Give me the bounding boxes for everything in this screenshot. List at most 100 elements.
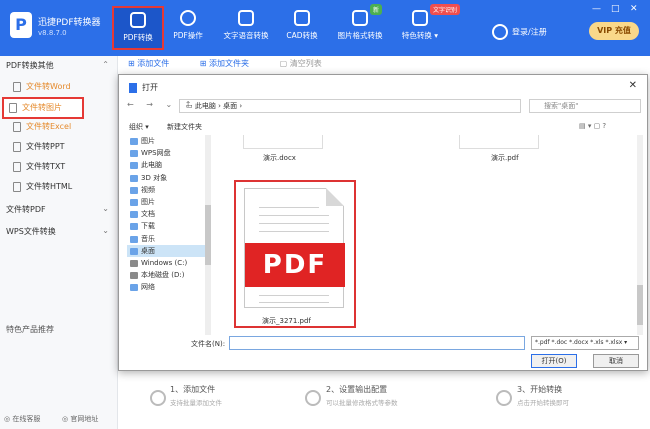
tree-item[interactable]: 3D 对象 bbox=[127, 172, 205, 184]
open-button[interactable]: 打开(O) bbox=[531, 354, 577, 368]
sidebar-item-to-word[interactable]: 文件转Word bbox=[8, 78, 108, 96]
computer-icon bbox=[130, 162, 138, 170]
file-icon bbox=[13, 162, 21, 172]
user-icon bbox=[492, 24, 508, 40]
section-pdf-to-other[interactable]: PDF转换其他 bbox=[6, 60, 54, 71]
app-logo: P bbox=[10, 12, 32, 38]
clear-list-button[interactable]: ▢ 清空列表 bbox=[280, 59, 336, 68]
official-site-link[interactable]: ◎ 官网地址 bbox=[62, 414, 98, 424]
app-version: v8.8.7.0 bbox=[38, 29, 67, 37]
step-1: 1、添加文件 支持批量添加文件 bbox=[170, 385, 222, 407]
tree-item[interactable]: WPS网盘 bbox=[127, 147, 205, 159]
dialog-search-input[interactable]: 搜索"桌面" bbox=[529, 99, 641, 113]
maximize-button[interactable]: □ bbox=[611, 4, 620, 14]
tree-item[interactable]: 图片 bbox=[127, 196, 205, 208]
file-icon bbox=[9, 103, 17, 113]
add-folder-button[interactable]: ⊞ 添加文件夹 bbox=[200, 59, 263, 68]
desktop-icon bbox=[130, 247, 138, 255]
new-folder-button[interactable]: 新建文件夹 bbox=[167, 122, 202, 132]
cloud-icon bbox=[130, 150, 138, 158]
network-icon bbox=[130, 284, 138, 292]
pdf-convert-icon bbox=[130, 12, 146, 28]
sidebar-item-to-ppt[interactable]: 文件转PPT bbox=[8, 138, 108, 156]
file-icon bbox=[13, 142, 21, 152]
file-icon bbox=[13, 182, 21, 192]
minimize-button[interactable]: — bbox=[592, 4, 601, 14]
settings-step-icon bbox=[305, 390, 321, 406]
nav-voice-convert[interactable]: 文字语音转换 bbox=[220, 6, 272, 50]
sidebar-item-to-html[interactable]: 文件转HTML bbox=[8, 178, 108, 196]
section-file-to-pdf[interactable]: 文件转PDF bbox=[6, 204, 46, 215]
file-name: 演示_3271.pdf bbox=[262, 317, 311, 325]
video-icon bbox=[130, 186, 138, 194]
pdf-operate-icon bbox=[180, 10, 196, 26]
tree-item[interactable]: 图片 bbox=[127, 135, 205, 147]
filetype-select[interactable]: *.pdf *.doc *.docx *.xls *.xlsx ▾ bbox=[531, 336, 639, 350]
tree-item[interactable]: 视频 bbox=[127, 184, 205, 196]
folder-icon bbox=[130, 138, 138, 145]
tree-item[interactable]: 音乐 bbox=[127, 233, 205, 245]
tree-item[interactable]: 此电脑 bbox=[127, 159, 205, 171]
add-file-step-icon bbox=[150, 390, 166, 406]
section-wps-convert[interactable]: WPS文件转换 bbox=[6, 226, 56, 237]
top-bar: P 迅捷PDF转换器 v8.8.7.0 PDF转换 PDF操作 文字语音转换 C… bbox=[0, 0, 650, 56]
login-link[interactable]: 登录/注册 bbox=[492, 24, 547, 40]
sidebar-item-to-excel[interactable]: 文件转Excel bbox=[8, 118, 108, 136]
music-icon bbox=[130, 235, 138, 243]
docx-file-icon[interactable] bbox=[243, 135, 323, 149]
nav-cad-convert[interactable]: CAD转换 bbox=[276, 6, 328, 50]
file-icon bbox=[13, 82, 21, 92]
view-options-icon[interactable]: ▤ ▾ ▢ ? bbox=[579, 122, 606, 130]
address-bar[interactable]: ▭ 此电脑 › 桌面 › bbox=[179, 99, 521, 113]
dialog-title: 打开 bbox=[129, 82, 158, 93]
cancel-button[interactable]: 取消 bbox=[593, 354, 639, 368]
file-name[interactable]: 演示.docx bbox=[263, 153, 296, 163]
nav-image-convert[interactable]: 图片格式转换 新 bbox=[332, 4, 388, 50]
drive-icon bbox=[130, 272, 138, 280]
vip-button[interactable]: VIP 充值 bbox=[589, 22, 639, 40]
featured-products-label: 特色产品推荐 bbox=[6, 325, 54, 334]
convert-step-icon bbox=[496, 390, 512, 406]
tree-item[interactable]: 文档 bbox=[127, 208, 205, 220]
picture-icon bbox=[130, 198, 138, 206]
pdf-file-icon[interactable] bbox=[459, 135, 539, 149]
cad-icon bbox=[294, 10, 310, 26]
main-toolbar: ⊞ 添加文件 ⊞ 添加文件夹 ▢ 清空列表 bbox=[128, 58, 350, 69]
filename-input[interactable] bbox=[229, 336, 525, 350]
tree-scrollbar[interactable] bbox=[205, 135, 211, 335]
add-file-button[interactable]: ⊞ 添加文件 bbox=[128, 59, 183, 68]
dialog-close-button[interactable]: ✕ bbox=[629, 80, 637, 91]
file-name[interactable]: 演示.pdf bbox=[491, 153, 519, 163]
ocr-badge: 文字识别 bbox=[430, 4, 461, 15]
tree-item[interactable]: 本地磁盘 (D:) bbox=[127, 269, 205, 281]
online-service-link[interactable]: ◎ 在线客服 bbox=[4, 414, 40, 424]
nav-pdf-convert[interactable]: PDF转换 bbox=[112, 6, 164, 50]
open-file-dialog: 打开 ✕ ← → ⌄ ↑ ▭ 此电脑 › 桌面 › 搜索"桌面" 组织 ▾ 新建… bbox=[118, 74, 648, 371]
tree-item[interactable]: 下载 bbox=[127, 220, 205, 232]
feature-icon bbox=[412, 10, 428, 26]
new-badge: 新 bbox=[370, 4, 383, 15]
app-title: 迅捷PDF转换器 bbox=[38, 18, 101, 28]
tree-item[interactable]: Windows (C:) bbox=[127, 257, 205, 269]
filename-label: 文件名(N): bbox=[191, 340, 226, 348]
app-icon bbox=[129, 82, 137, 93]
nav-feature-convert[interactable]: 特色转换 ▾ 文字识别 bbox=[392, 4, 461, 50]
voice-icon bbox=[238, 10, 254, 26]
chevron-up-icon: ⌃ bbox=[102, 60, 109, 69]
close-button[interactable]: ✕ bbox=[630, 4, 638, 14]
pdf-document-icon: PDF bbox=[244, 188, 345, 308]
file-icon bbox=[13, 122, 21, 132]
tree-item[interactable]: 网络 bbox=[127, 281, 205, 293]
selected-pdf-file[interactable]: PDF 演示_3271.pdf bbox=[234, 180, 356, 328]
organize-menu[interactable]: 组织 ▾ bbox=[129, 122, 149, 132]
step-2: 2、设置输出配置 可以批量修改格式等参数 bbox=[326, 385, 398, 407]
chevron-down-icon: ⌄ bbox=[102, 226, 109, 235]
folder-tree: 图片 WPS网盘 此电脑 3D 对象 视频 图片 文档 下载 音乐 桌面 Win… bbox=[127, 135, 205, 335]
step-3: 3、开始转换 点击开始转换即可 bbox=[517, 385, 569, 407]
tree-item-desktop[interactable]: 桌面 bbox=[127, 244, 205, 257]
drive-icon bbox=[130, 259, 138, 267]
file-scrollbar[interactable] bbox=[637, 135, 643, 335]
sidebar-item-to-image[interactable]: 文件转图片 bbox=[2, 97, 84, 119]
nav-pdf-operate[interactable]: PDF操作 bbox=[162, 6, 214, 50]
sidebar-item-to-txt[interactable]: 文件转TXT bbox=[8, 158, 108, 176]
